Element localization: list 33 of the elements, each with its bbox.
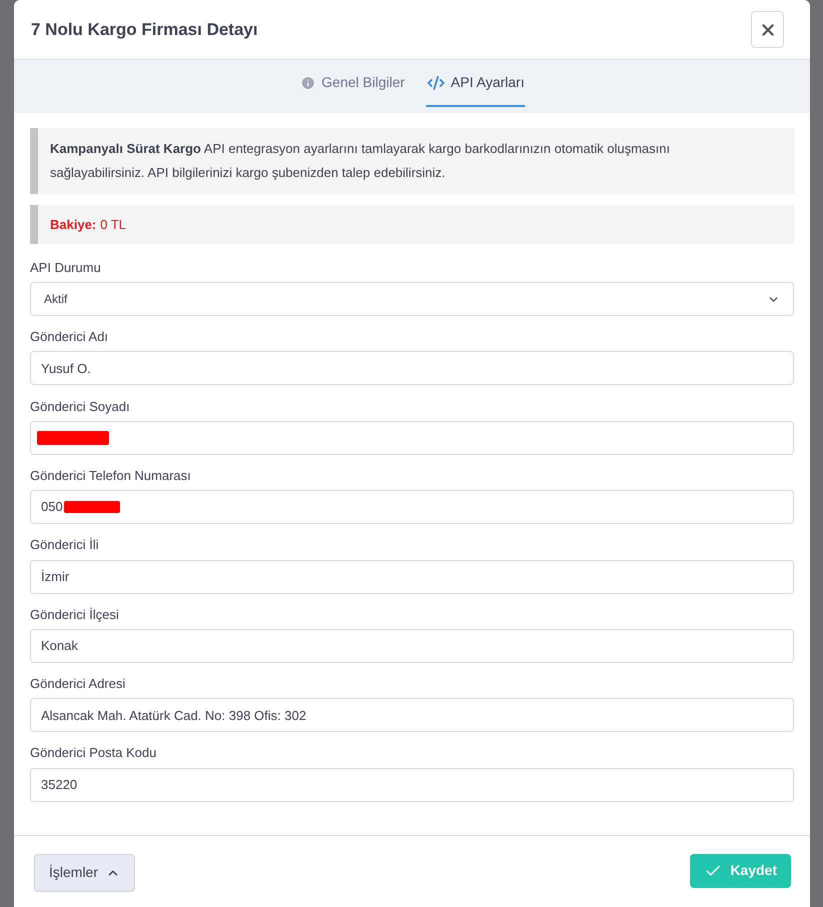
- balance-value: 0 TL: [100, 216, 126, 234]
- field-label: Gönderici İli: [30, 536, 100, 554]
- balance-label: Bakiye:: [50, 216, 96, 234]
- field-value: 050: [41, 498, 63, 516]
- close-button[interactable]: [751, 11, 784, 48]
- actions-button[interactable]: İşlemler: [34, 854, 136, 892]
- field-label: Gönderici Adı: [30, 328, 110, 346]
- tab[interactable]: API Ayarları: [426, 60, 526, 107]
- field-value: Alsancak Mah. Atatürk Cad. No: 398 Ofis: 302: [41, 706, 306, 725]
- input-field[interactable]: [30, 420, 794, 455]
- select-value: Aktif: [44, 291, 68, 308]
- field-value: İzmir: [41, 568, 70, 586]
- field-label: Gönderici Soyadı: [30, 398, 131, 416]
- code-icon: [426, 74, 445, 92]
- input-field[interactable]: Alsancak Mah. Atatürk Cad. No: 398 Ofis: 302: [30, 698, 794, 732]
- input-field[interactable]: İzmir: [30, 560, 794, 594]
- field-value: 35220: [41, 776, 78, 794]
- field-label: Gönderici Telefon Numarası: [30, 466, 192, 485]
- field-label: Gönderici Adresi: [30, 675, 126, 694]
- field-label: API Durumu: [30, 258, 102, 277]
- dialog-title: 7 Nolu Kargo Firması Detayı: [31, 18, 258, 41]
- field-label: Gönderici İlçesi: [30, 606, 120, 624]
- tab[interactable]: Genel Bilgiler: [298, 60, 406, 107]
- notice-text: Kampanyalı Sürat Kargo API entegrasyon ayarlarını tamlayarak kargo barkodlarınızın otomatik oluşmasını sağlayabilirsiniz. API bilgilerinizi kargo şubenizden talep edebilirsiniz.: [50, 141, 670, 180]
- input-field[interactable]: 35220: [30, 768, 794, 802]
- field-value: Yusuf O.: [41, 360, 91, 378]
- field-value: Konak: [41, 637, 78, 656]
- input-field[interactable]: Konak: [30, 628, 794, 663]
- field-label: Gönderici Posta Kodu: [30, 744, 158, 762]
- status-select[interactable]: Aktif: [30, 282, 794, 316]
- input-field[interactable]: 050: [30, 490, 794, 524]
- input-field[interactable]: Yusuf O.: [30, 351, 794, 386]
- info-icon: [300, 74, 316, 90]
